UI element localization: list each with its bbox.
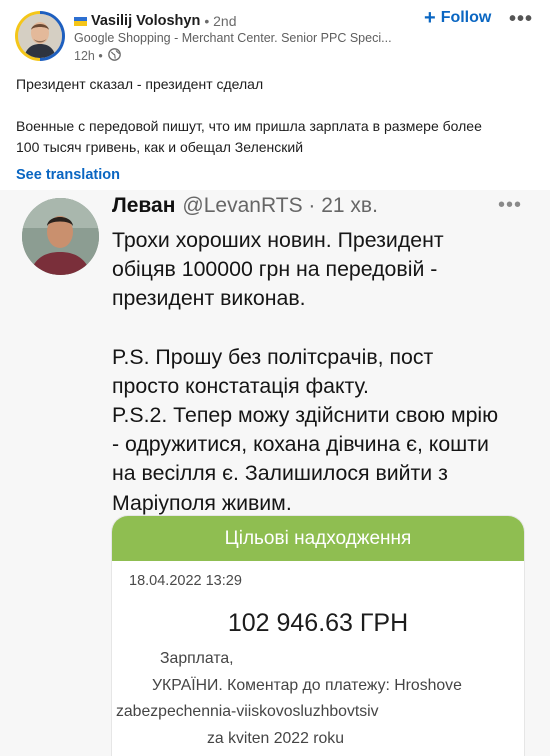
receipt-description: Зарплата, УКРАЇНИ. Коментар до платежу: … [116,646,524,752]
tweet-line: просто констатація факту. [112,373,369,398]
person-silhouette-icon [18,14,62,58]
post-header: Vasilij Voloshyn • 2nd Google Shopping -… [0,0,550,64]
post-text-line: Президент сказал - президент сделал [16,76,264,92]
receipt-header: Цільові надходження [112,516,524,561]
tweet-line: - одружитися, кохана дівчина є, кошти [112,432,489,457]
author-headline: Google Shopping - Merchant Center. Senio… [74,31,392,45]
follow-label: Follow [440,9,492,26]
receipt-desc-line: УКРАЇНИ. Коментар до платежу: Hroshove [152,676,462,694]
tweet-avatar-photo [22,198,99,275]
author-avatar[interactable] [15,11,65,61]
receipt-desc-line: zabezpechennia-viiskovosluzhbovtsiv [116,703,379,720]
tweet-header: Леван @LevanRTS · 21 хв. [112,194,378,218]
tweet-text: Трохи хороших новин. Президент обіцяв 10… [112,226,532,518]
see-translation-link[interactable]: See translation [16,167,120,183]
author-line: Vasilij Voloshyn • 2nd [74,12,236,30]
post-text-line: Военные с передовой пишут, что им пришла… [16,118,482,134]
tweet-line: Трохи хороших новин. Президент [112,228,444,252]
receipt-desc-line: za kviten 2022 roku [207,729,344,747]
globe-icon [107,48,121,64]
more-options-icon: ••• [498,194,523,216]
tweet-line: P.S. Прошу без політсрачів, пост [112,344,434,369]
tweet-author-avatar [22,198,99,275]
post-time: 12h • [74,49,103,63]
tweet-handle: @LevanRTS · 21 хв. [182,194,378,217]
flag-stripe-yellow [74,21,87,26]
tweet-line: Маріуполя живим. [112,490,292,515]
post-text-line: 100 тысяч гривень, как и обещал Зеленски… [16,139,304,155]
connection-degree: • 2nd [204,13,237,29]
receipt-amount: 102 946.63 ГРН [227,609,409,637]
tweet-line: на весілля є. Залишилося вийти з [112,461,448,486]
receipt-desc-line: Зарплата, [160,650,234,667]
ukraine-flag-icon [74,16,87,26]
tweet-line: президент виконав. [112,286,306,311]
author-photo [18,14,62,58]
post-text: Президент сказал - президент сделал Воен… [16,74,536,158]
post-meta: 12h • [74,48,121,64]
tweet-line: обіцяв 100000 грн на передовій - [112,257,438,282]
tweet-author-name: Леван [112,194,176,217]
post-image[interactable]: Леван @LevanRTS · 21 хв. ••• Трохи хорош… [0,190,550,756]
more-options-icon[interactable]: ••• [509,8,533,31]
tweet-line: P.S.2. Тепер можу здійснити свою мрію [112,403,499,428]
plus-icon: + [424,7,436,29]
follow-button[interactable]: + Follow [424,8,491,28]
receipt-date: 18.04.2022 13:29 [129,573,242,589]
payment-receipt-card: Цільові надходження 18.04.2022 13:29 102… [112,516,524,756]
author-name[interactable]: Vasilij Voloshyn [91,13,200,29]
